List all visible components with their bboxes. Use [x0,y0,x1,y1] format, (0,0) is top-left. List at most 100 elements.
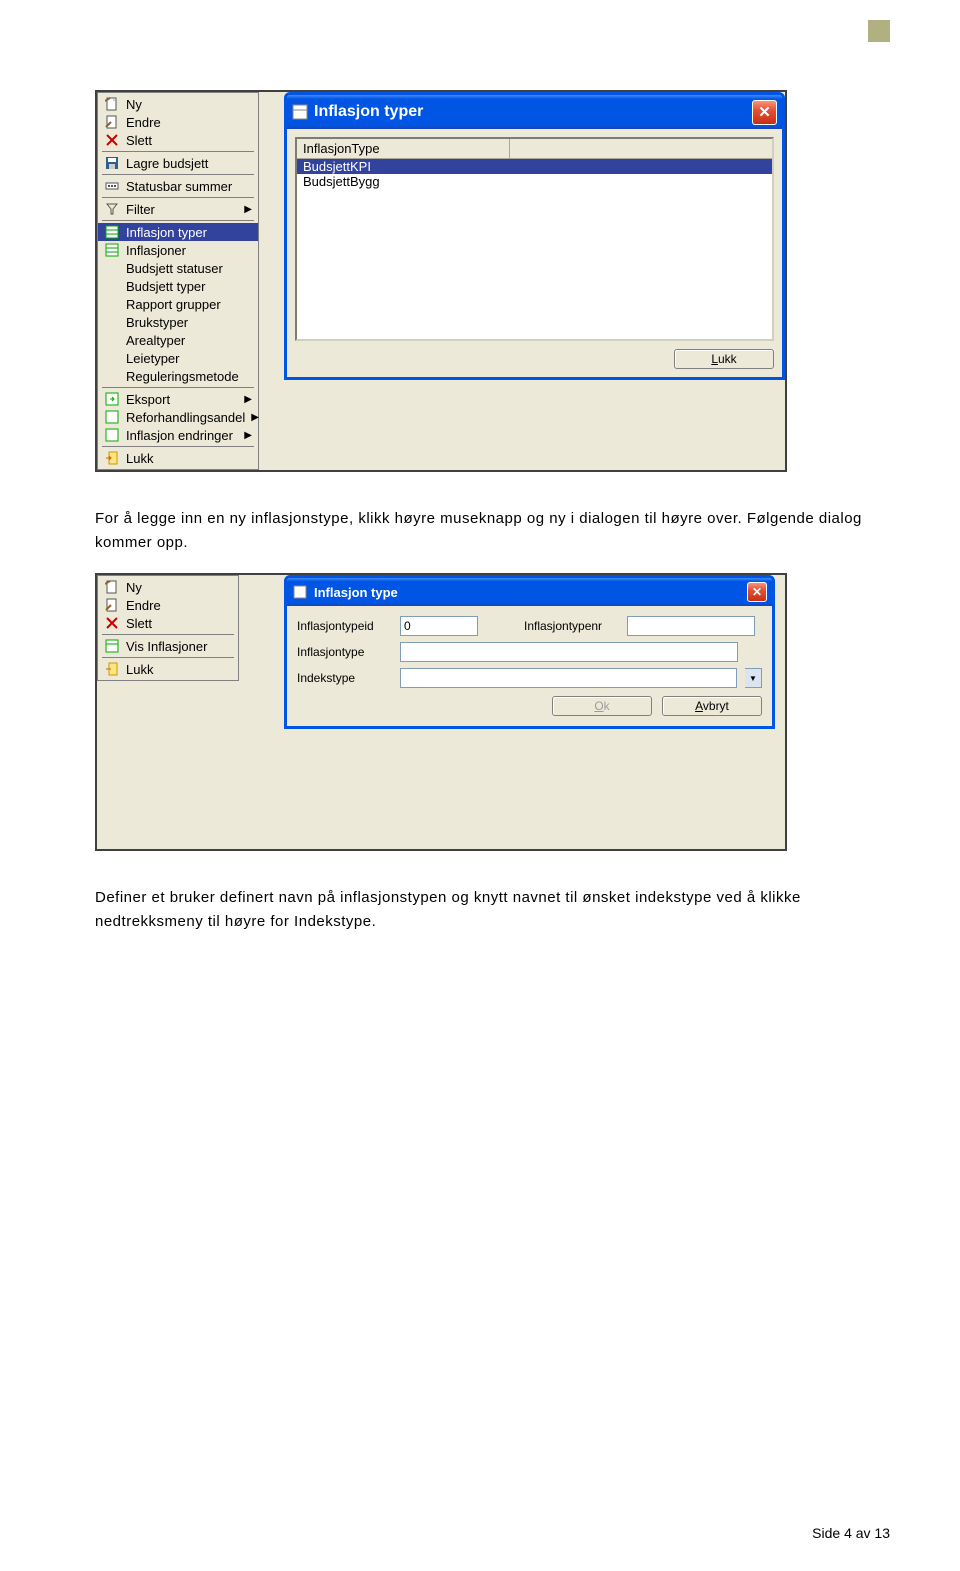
menu-item-brukstyper[interactable]: Brukstyper [98,313,258,331]
grid-header-cell[interactable]: InflasjonType [297,139,510,158]
new-icon [104,96,120,112]
submenu-arrow-icon: ▶ [251,412,259,423]
input-inflasjontypenr[interactable] [627,616,755,636]
screenshot-2: Ny Endre Slett Vis Inflasjoner [95,573,787,851]
menu-label: Ny [126,97,252,112]
menu-item-lukk[interactable]: Lukk [98,660,238,678]
menu-item-reforhandling[interactable]: Reforhandlingsandel ▶ [98,408,258,426]
submenu-arrow-icon: ▶ [244,394,252,405]
menu-item-arealtyper[interactable]: Arealtyper [98,331,258,349]
menu-label: Leietyper [126,351,252,366]
menu-label: Arealtyper [126,333,252,348]
menu-item-slett[interactable]: Slett [98,131,258,149]
menu-item-slett[interactable]: Slett [98,614,238,632]
menu-separator [102,220,254,221]
menu-separator [102,387,254,388]
menu-label: Ny [126,580,232,595]
menu-label: Inflasjon typer [126,225,252,240]
sheet-icon [104,638,120,654]
screenshot-1: Ny Endre Slett Lagre budsjett [95,90,787,472]
exit-icon [104,661,120,677]
menu-item-rapport-grupper[interactable]: Rapport grupper [98,295,258,313]
grid-cell: BudsjettBygg [297,174,509,189]
context-menu-1: Ny Endre Slett Lagre budsjett [97,92,259,470]
menu-item-budsjett-typer[interactable]: Budsjett typer [98,277,258,295]
filter-icon [104,201,120,217]
context-menu-2: Ny Endre Slett Vis Inflasjoner [97,575,239,681]
menu-separator [102,151,254,152]
blank-icon [104,314,120,330]
submenu-arrow-icon: ▶ [244,204,252,215]
export-icon [104,409,120,425]
menu-label: Statusbar summer [126,179,252,194]
menu-label: Endre [126,115,252,130]
close-button[interactable]: ✕ [747,582,767,602]
grid-row[interactable]: BudsjettBygg [297,174,772,189]
lukk-button[interactable]: Lukk [674,349,774,369]
menu-label: Inflasjoner [126,243,252,258]
paragraph-2: Definer et bruker definert navn på infla… [95,886,890,934]
menu-item-budsjett-statuser[interactable]: Budsjett statuser [98,259,258,277]
input-indekstype[interactable] [400,668,737,688]
menu-item-eksport[interactable]: Eksport ▶ [98,390,258,408]
window-title: Inflasjon typer [314,103,752,121]
input-inflasjontypeid[interactable]: 0 [400,616,478,636]
input-value: 0 [404,619,411,633]
menu-item-inflasjoner[interactable]: Inflasjoner [98,241,258,259]
menu-item-vis-inflasjoner[interactable]: Vis Inflasjoner [98,637,238,655]
input-inflasjontype[interactable] [400,642,738,662]
menu-label: Inflasjon endringer [126,428,238,443]
export-icon [104,427,120,443]
close-button[interactable]: ✕ [752,100,777,125]
menu-item-ny[interactable]: Ny [98,95,258,113]
titlebar[interactable]: Inflasjon typer ✕ [287,95,782,129]
menu-item-lagre[interactable]: Lagre budsjett [98,154,258,172]
menu-item-inflasjon-endringer[interactable]: Inflasjon endringer ▶ [98,426,258,444]
sheet-icon [104,224,120,240]
menu-item-ny[interactable]: Ny [98,578,238,596]
grid-row-selected[interactable]: BudsjettKPI [297,159,772,174]
menu-label: Budsjett statuser [126,261,252,276]
menu-label: Eksport [126,392,238,407]
menu-label: Slett [126,616,232,631]
status-icon [104,178,120,194]
dialog-inflasjon-type: Inflasjon type ✕ Inflasjontypeid 0 Infla… [284,575,775,729]
edit-icon [104,114,120,130]
menu-separator [102,634,234,635]
page-marker [868,20,890,42]
menu-label: Lukk [126,662,232,677]
window-icon [292,104,308,120]
menu-separator [102,446,254,447]
paragraph-1: For å legge inn en ny inflasjonstype, kl… [95,507,890,555]
menu-separator [102,657,234,658]
blank-icon [104,368,120,384]
menu-item-endre[interactable]: Endre [98,113,258,131]
close-icon: ✕ [758,103,771,121]
menu-item-filter[interactable]: Filter ▶ [98,200,258,218]
menu-item-lukk[interactable]: Lukk [98,449,258,467]
titlebar[interactable]: Inflasjon type ✕ [287,578,772,606]
delete-icon [104,132,120,148]
exit-icon [104,450,120,466]
menu-label: Brukstyper [126,315,252,330]
new-icon [104,579,120,595]
avbryt-button[interactable]: Avbryt [662,696,762,716]
menu-item-endre[interactable]: Endre [98,596,238,614]
blank-icon [104,278,120,294]
dialog-inflasjon-typer: Inflasjon typer ✕ InflasjonType Budsjett… [284,92,785,380]
menu-item-reguleringsmetode[interactable]: Reguleringsmetode [98,367,258,385]
menu-item-leietyper[interactable]: Leietyper [98,349,258,367]
ok-button[interactable]: Ok [552,696,652,716]
blank-icon [104,296,120,312]
menu-label: Endre [126,598,232,613]
menu-item-statusbar[interactable]: Statusbar summer [98,177,258,195]
dropdown-arrow-icon[interactable]: ▼ [745,668,762,688]
blank-icon [104,260,120,276]
grid-header: InflasjonType [297,139,772,159]
menu-label: Reguleringsmetode [126,369,252,384]
menu-label: Lagre budsjett [126,156,252,171]
grid-inflasjon-type[interactable]: InflasjonType BudsjettKPI BudsjettBygg [295,137,774,341]
label-indekstype: Indekstype [297,671,392,685]
button-label: ukk [718,352,737,366]
menu-item-inflasjon-typer[interactable]: Inflasjon typer [98,223,258,241]
